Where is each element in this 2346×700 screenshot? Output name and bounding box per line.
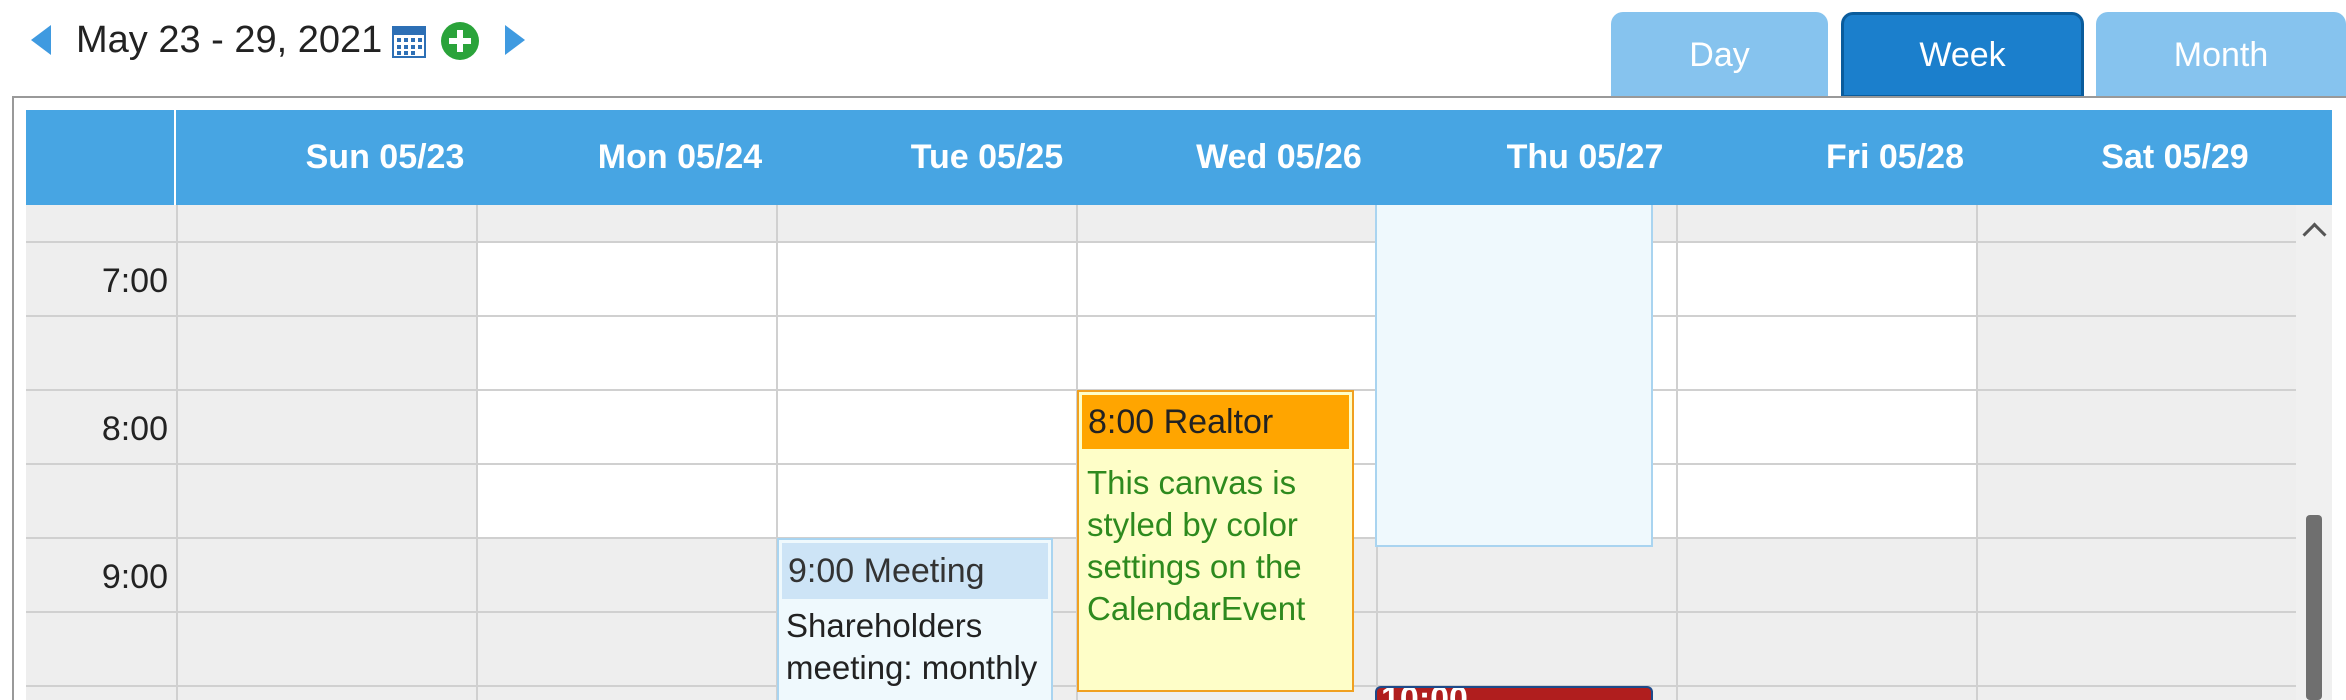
calendar-icon[interactable] [392,24,426,58]
event-red[interactable]: 10:00 [1375,686,1653,700]
tab-day-label: Day [1689,35,1750,74]
day-header-sun[interactable]: Sun 05/23 [235,110,535,205]
day-header-tue[interactable]: Tue 05/25 [837,110,1137,205]
grid-line [26,241,2296,243]
event-realtor-body: This canvas is styled by color settings … [1087,464,1306,627]
date-range-label: May 23 - 29, 2021 [76,19,383,61]
day-column-sun[interactable] [177,205,477,700]
tab-week[interactable]: Week [1841,12,2084,98]
event-red-title: 10:00 [1381,688,1468,700]
event-realtor-title: 8:00 Realtor [1082,395,1349,449]
day-header-thu[interactable]: Thu 05/27 [1435,110,1735,205]
scrollbar-thumb[interactable] [2306,515,2322,700]
next-week-icon[interactable] [505,25,525,55]
off-hours-row [477,205,1977,241]
day-header-mon[interactable]: Mon 05/24 [530,110,830,205]
scroll-up-icon[interactable] [2296,215,2332,247]
event-thursday-block[interactable] [1375,205,1653,547]
grid-line [476,205,478,700]
grid-line [1976,205,1978,700]
tab-month-label: Month [2173,35,2269,74]
time-label-8: 8:00 [101,410,168,448]
grid-line [1676,205,1678,700]
time-label-9: 9:00 [101,558,168,596]
tab-month[interactable]: Month [2096,12,2346,98]
tab-day[interactable]: Day [1611,12,1828,98]
header-gutter [26,110,176,205]
grid-line [26,315,2296,317]
header-scroll-corner [2296,110,2332,205]
tab-week-label: Week [1919,35,2006,74]
time-label-7: 7:00 [101,262,168,300]
event-realtor[interactable]: 8:00 Realtor This canvas is styled by co… [1077,390,1354,692]
day-header-wed[interactable]: Wed 05/26 [1129,110,1429,205]
event-meeting[interactable]: 9:00 Meeting Shareholders meeting: month… [777,538,1053,700]
day-column-sat[interactable] [1977,205,2296,700]
day-header-fri[interactable]: Fri 05/28 [1745,110,2045,205]
grid-line [176,205,178,700]
prev-week-icon[interactable] [31,25,51,55]
add-event-icon[interactable] [441,22,479,60]
day-header-sat[interactable]: Sat 05/29 [2055,110,2295,205]
event-meeting-body: Shareholders meeting: monthly [786,607,1038,686]
event-meeting-title: 9:00 Meeting [782,543,1048,599]
